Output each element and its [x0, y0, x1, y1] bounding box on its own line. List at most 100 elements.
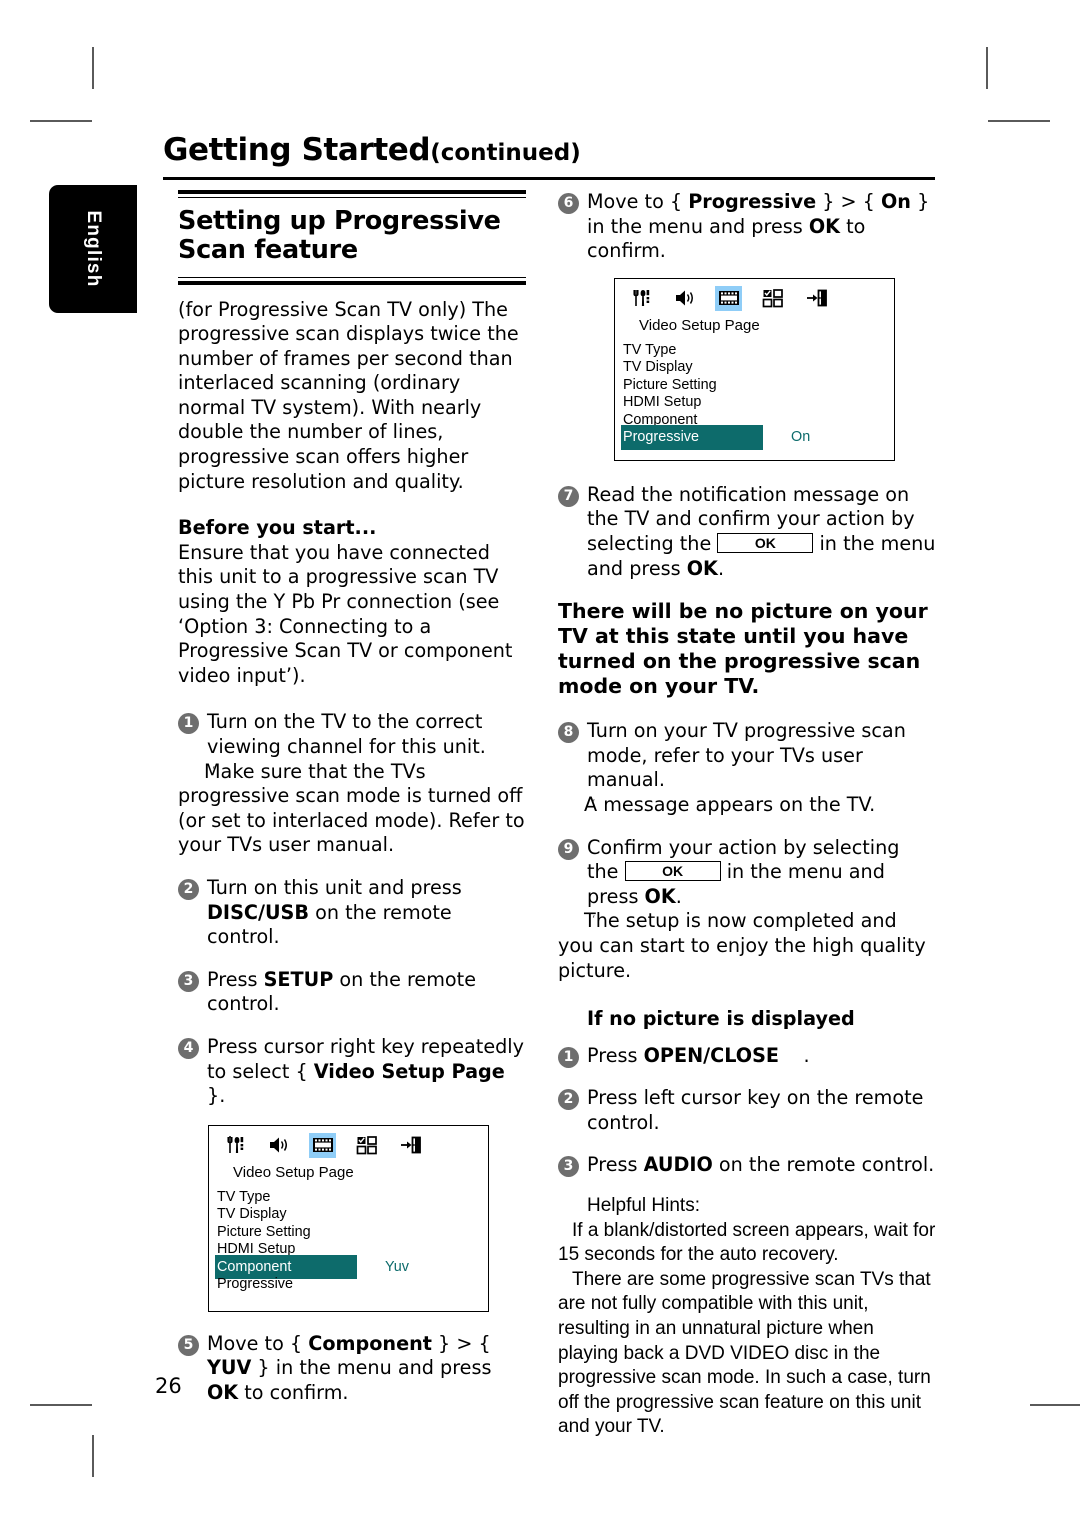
ok-button-glyph[interactable]: OK: [717, 532, 814, 553]
helpful-hint-2: There are some progressive scan TVs that…: [558, 1268, 931, 1438]
step-2: 2 Turn on this unit and press DISC/USB o…: [178, 876, 526, 950]
step-text-post: .: [797, 1043, 810, 1067]
step-number: 6: [558, 193, 579, 214]
step-number: 3: [558, 1156, 579, 1178]
step-text: Turn on the TV to the correct viewing ch…: [207, 710, 486, 758]
step-number: 4: [178, 1037, 199, 1059]
step-5: 5 Move to { Component } > { YUV } in the…: [178, 1332, 526, 1406]
before-you-start-body: Ensure that you have connected this unit…: [178, 540, 513, 687]
step-number: 9: [558, 838, 579, 860]
manual-page: English Getting Started(continued) Setti…: [0, 0, 1080, 1524]
page-title-main: Getting Started: [163, 132, 431, 168]
exit-door-icon[interactable]: [803, 286, 830, 311]
title-underline: [163, 177, 935, 180]
osd-video-setup-page-progressive: Video Setup Page TV Type TV Display Pict…: [614, 277, 895, 461]
step-8: 8 Turn on your TV progressive scan mode,…: [558, 719, 936, 793]
exit-door-icon[interactable]: [397, 1133, 424, 1158]
note-text: The setup is now completed and you can s…: [558, 909, 926, 982]
step-text-mid: } > {: [431, 1331, 491, 1355]
film-strip-icon[interactable]: [309, 1132, 336, 1158]
grid-preference-icon[interactable]: [353, 1133, 380, 1158]
step-text: Press left cursor key on the remote cont…: [587, 1086, 924, 1134]
key-label-3: OK: [808, 214, 841, 238]
step-number: 2: [558, 1089, 579, 1111]
section-rule-bottom-thin: [178, 276, 526, 278]
step-text-post: }.: [207, 1084, 226, 1108]
step-7: 7 Read the notification message on the T…: [558, 483, 936, 581]
step-text-pre: Turn on this unit and press: [207, 875, 462, 899]
step-number: 2: [178, 878, 199, 900]
step-text: Move to { Progressive } > { On } in the …: [587, 190, 936, 264]
step-8-note: ‘A message appears on the TV.: [558, 793, 936, 818]
utensils-icon[interactable]: [627, 286, 654, 311]
step-text-mid: } > {: [816, 190, 881, 213]
step-number: 5: [178, 1334, 199, 1356]
osd-item-value: On: [791, 429, 811, 446]
step-3: 3 Press SETUP on the remote control.: [178, 968, 526, 1017]
section-rule-top-thick: [178, 190, 526, 194]
open-close-symbol-icon: [779, 1044, 797, 1067]
osd-menu-list: TV Type TV Display Picture Setting HDMI …: [209, 1188, 488, 1293]
step-9: 9 Confirm your action by selecting the O…: [558, 836, 936, 910]
step-text-pre: Move to {: [587, 190, 689, 213]
step-text-post: to confirm.: [238, 1380, 349, 1404]
step-text: Press SETUP on the remote control.: [207, 968, 526, 1017]
crop-mark-top-right: [986, 47, 988, 89]
osd-video-setup-page-component: Video Setup Page TV Type TV Display Pict…: [208, 1124, 489, 1312]
right-column: 6 Move to { Progressive } > { On } in th…: [558, 190, 936, 1440]
language-tab-label: English: [83, 210, 104, 288]
osd-icon-bar: [209, 1126, 488, 1160]
step-1: 1 Turn on the TV to the correct viewing …: [178, 710, 526, 759]
note-tick-icon: ‘: [592, 796, 596, 810]
key-label: Component: [308, 1331, 432, 1355]
step-text: Confirm your action by selecting the OK …: [587, 836, 936, 910]
crop-mark-bottom-left-h: [30, 1404, 92, 1406]
grid-preference-icon[interactable]: [759, 286, 786, 311]
helpful-hint-1: If a blank/distorted screen appears, wai…: [558, 1219, 936, 1266]
language-tab: English: [49, 185, 137, 313]
step-text: Move to { Component } > { YUV } in the m…: [207, 1332, 526, 1406]
key-label: DISC/USB: [207, 900, 309, 924]
no-picture-step-1: 1 Press OPEN/CLOSE .: [558, 1044, 936, 1069]
utensils-icon[interactable]: [221, 1133, 248, 1158]
step-text-pre: Press: [207, 967, 264, 991]
section-heading-block: Setting up Progressive Scan feature: [178, 190, 526, 285]
warning-text: There will be no picture on your TV at t…: [558, 599, 928, 699]
step-number: 8: [558, 722, 579, 744]
crop-mark-bottom-right-h: [1030, 1404, 1080, 1406]
step-text-post: .: [675, 884, 682, 908]
step-text-mid2: } in the menu and press: [251, 1356, 492, 1380]
section-heading: Setting up Progressive Scan feature: [178, 206, 501, 265]
note-text: A message appears on the TV.: [584, 792, 876, 816]
step-9-note: ‘The setup is now completed and you can …: [558, 909, 936, 983]
step-text: Read the notification message on the TV …: [587, 483, 936, 581]
step-text: Turn on your TV progressive scan mode, r…: [587, 719, 906, 792]
step-6: 6 Move to { Progressive } > { On } in th…: [558, 190, 936, 264]
note-text: Make sure that the TVs progressive scan …: [178, 759, 525, 857]
section-rule-bottom-thick: [178, 280, 526, 285]
osd-item-value: Yuv: [385, 1258, 410, 1275]
crop-mark-bottom-left: [92, 1435, 94, 1477]
step-text-pre: Press: [587, 1153, 644, 1177]
speaker-icon[interactable]: [265, 1133, 292, 1158]
ok-button-glyph[interactable]: OK: [624, 861, 721, 882]
page-number: 26: [155, 1374, 182, 1398]
step-text-post: on the remote control.: [712, 1153, 935, 1177]
crop-mark-top-right-h: [988, 120, 1050, 122]
osd-menu-item-progressive[interactable]: Progressive On: [621, 425, 894, 450]
step-number: 3: [178, 970, 199, 992]
osd-menu-item-progressive[interactable]: Progressive: [215, 1276, 488, 1294]
film-strip-icon[interactable]: [715, 285, 742, 311]
before-you-start-heading: Before you start...: [178, 516, 377, 540]
no-picture-step-3: 3 Press AUDIO on the remote control.: [558, 1153, 936, 1178]
step-text: Press cursor right key repeatedly to sel…: [207, 1035, 526, 1109]
speaker-icon[interactable]: [671, 286, 698, 311]
intro-paragraph: (for Progressive Scan TV only) The progr…: [178, 297, 519, 493]
no-picture-step-2: 2 Press left cursor key on the remote co…: [558, 1086, 936, 1135]
key-label-2: YUV: [207, 1356, 252, 1380]
helpful-hints-block: Helpful Hints: If a blank/distorted scre…: [558, 1194, 936, 1440]
key-label: OK: [644, 884, 676, 908]
step-text-post: .: [717, 556, 725, 580]
step-text: Press OPEN/CLOSE .: [587, 1044, 936, 1069]
step-text-pre: Press: [587, 1043, 644, 1067]
